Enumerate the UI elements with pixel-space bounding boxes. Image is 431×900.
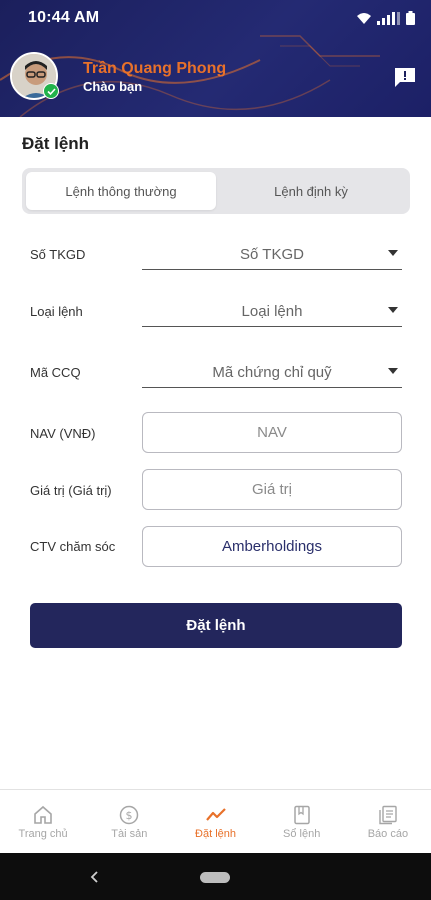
status-icons [356, 11, 415, 25]
battery-icon [406, 11, 415, 25]
home-pill[interactable] [200, 872, 230, 883]
caret-down-icon [388, 368, 398, 374]
nav-label: NAV (VNĐ) [30, 426, 96, 441]
account-select[interactable]: Số TKGD [142, 240, 402, 270]
verified-badge [43, 83, 59, 99]
amount-label: Giá trị (Giá trị) [30, 483, 112, 498]
place-order-button[interactable]: Đặt lệnh [30, 603, 402, 648]
tab-periodic-order[interactable]: Lệnh định kỳ [216, 172, 406, 210]
account-label: Số TKGD [30, 247, 86, 262]
order-type-segment: Lệnh thông thường Lệnh định kỳ [22, 168, 410, 214]
collaborator-label: CTV chăm sóc [30, 539, 116, 554]
signal-icon [377, 12, 400, 25]
dollar-icon: $ [120, 805, 139, 825]
svg-text:$: $ [126, 809, 133, 822]
nav-input[interactable]: NAV [142, 412, 402, 453]
tab-order-book-label: Sổ lệnh [283, 828, 321, 840]
collaborator-input[interactable]: Amberholdings [142, 526, 402, 567]
tab-order-book[interactable]: Sổ lệnh [259, 790, 345, 853]
home-icon [34, 805, 52, 824]
user-name: Trần Quang Phong [83, 60, 227, 77]
caret-down-icon [388, 307, 398, 313]
status-bar: 10:44 AM [0, 0, 431, 36]
tab-reports-label: Báo cáo [367, 828, 409, 840]
chart-icon [205, 808, 226, 821]
system-nav-bar [0, 853, 431, 900]
wifi-icon [357, 13, 371, 24]
account-select-value: Số TKGD [240, 246, 304, 263]
order-form-screen: Đặt lệnh Lệnh thông thường Lệnh định kỳ … [0, 117, 431, 789]
status-time: 10:44 AM [28, 9, 100, 26]
page-title: Đặt lệnh [22, 134, 90, 153]
tab-assets-label: Tài sản [111, 828, 148, 840]
order-type-label: Loại lệnh [30, 304, 83, 319]
bottom-tab-bar: Trang chủ $ Tài sản Đặt lệnh Sổ lệnh Báo… [0, 789, 431, 853]
back-chevron-icon[interactable] [90, 870, 100, 884]
fund-code-label: Mã CCQ [30, 365, 81, 380]
tab-place-order-label: Đặt lệnh [195, 828, 236, 840]
order-type-select-value: Loại lệnh [241, 303, 303, 320]
greeting-text: Chào bạn [83, 79, 143, 94]
caret-down-icon [388, 250, 398, 256]
tab-home[interactable]: Trang chủ [0, 790, 86, 853]
order-type-select[interactable]: Loại lệnh [142, 297, 402, 327]
tab-assets[interactable]: $ Tài sản [86, 790, 172, 853]
amount-input[interactable]: Giá trị [142, 469, 402, 510]
report-icon [379, 805, 397, 825]
tab-home-label: Trang chủ [18, 828, 68, 840]
fund-code-select[interactable]: Mã chứng chỉ quỹ [142, 358, 402, 388]
fund-code-select-value: Mã chứng chỉ quỹ [212, 364, 332, 381]
app-header: 10:44 AM Trần Quang Phong Chào bạn [0, 0, 431, 117]
message-icon[interactable] [393, 66, 417, 88]
tab-place-order[interactable]: Đặt lệnh [172, 790, 258, 853]
check-icon [46, 87, 56, 95]
tab-regular-order[interactable]: Lệnh thông thường [26, 172, 216, 210]
book-icon [293, 805, 310, 825]
tab-reports[interactable]: Báo cáo [345, 790, 431, 853]
